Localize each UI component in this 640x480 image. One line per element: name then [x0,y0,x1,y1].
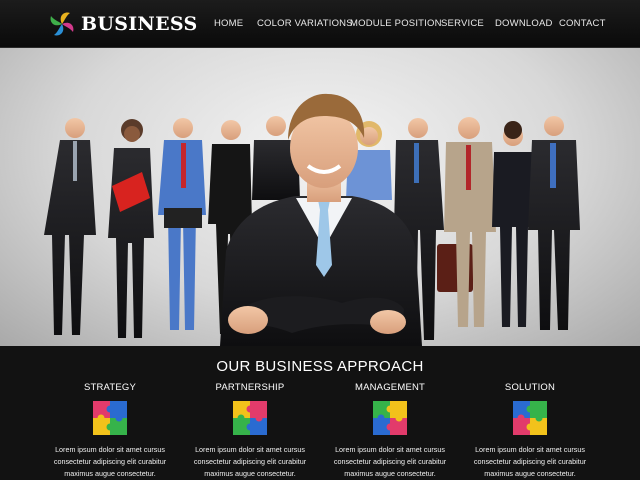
puzzle-icon [513,401,547,435]
column-title: MANAGEMENT [354,382,426,393]
section-title: OUR BUSINESS APPROACH [216,358,424,375]
hero-banner [0,48,640,346]
nav-color-variations[interactable]: COLOR VARIATIONS [257,18,353,29]
team-member [44,118,96,335]
column-description: Lorem ipsum dolor sit amet cursus consec… [473,445,587,478]
approach-column-management: MANAGEMENT Lorem ipsum dolor sit amet cu… [320,382,460,480]
approach-column-partnership: PARTNERSHIP Lorem ipsum dolor sit amet c… [180,382,320,480]
puzzle-icon [373,401,407,435]
column-title: PARTNERSHIP [215,382,285,393]
nav-service[interactable]: SERVICE [441,18,484,29]
puzzle-icon [233,401,267,435]
team-member [158,118,206,330]
nav-module-position[interactable]: MODULE POSITION [350,18,442,29]
team-member [528,116,580,330]
team-member [108,119,154,338]
nav-contact[interactable]: CONTACT [559,18,606,29]
approach-column-solution: SOLUTION Lorem ipsum dolor sit amet curs… [460,382,600,480]
business-team-photo [44,93,580,346]
team-member [444,117,496,327]
column-description: Lorem ipsum dolor sit amet cursus consec… [193,445,307,478]
column-description: Lorem ipsum dolor sit amet cursus consec… [53,445,167,478]
approach-column-strategy: STRATEGY Lorem ipsum dolor sit amet curs… [40,382,180,480]
site-header: BUSINESS HOME COLOR VARIATIONS MODULE PO… [0,0,640,48]
brand-name: BUSINESS [81,13,198,35]
nav-download[interactable]: DOWNLOAD [495,18,553,29]
swirl-logo-icon [46,8,78,40]
business-approach-section: OUR BUSINESS APPROACH STRATEGY Lorem ips… [0,346,640,480]
brand-logo[interactable]: BUSINESS [46,8,198,40]
column-title: STRATEGY [83,382,137,393]
featured-businessman [220,93,422,346]
nav-home[interactable]: HOME [214,18,243,29]
puzzle-icon [93,401,127,435]
column-title: SOLUTION [504,382,556,393]
column-description: Lorem ipsum dolor sit amet cursus consec… [333,445,447,478]
